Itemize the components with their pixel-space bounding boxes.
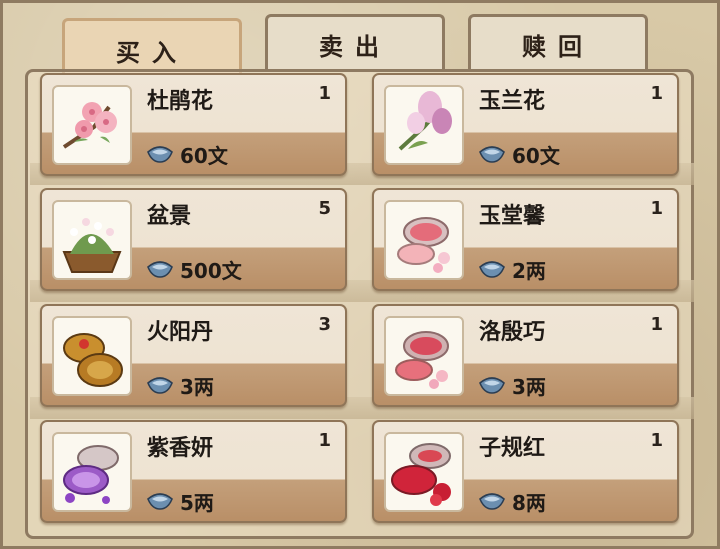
item-quantity: 1 (318, 430, 331, 451)
price-text: 3两 (180, 374, 214, 399)
item-name: 盆景 (147, 204, 192, 229)
item-name: 火阳丹 (147, 320, 214, 345)
item-price: 8两 (478, 489, 546, 515)
purple-compact-icon (52, 432, 132, 512)
silver-ingot-icon (147, 493, 173, 510)
rouge-compact-icon (384, 316, 464, 396)
item-card[interactable]: 火阳丹 3 3两 (40, 304, 347, 407)
item-card[interactable]: 子规红 1 8两 (372, 420, 679, 523)
item-price: 3两 (478, 373, 546, 399)
item-card[interactable]: 玉兰花 1 60文 (372, 73, 679, 176)
item-name: 紫香妍 (147, 436, 214, 461)
gold-box-icon (52, 316, 132, 396)
item-quantity: 5 (318, 198, 331, 219)
price-text: 8两 (512, 490, 546, 515)
item-price: 2两 (478, 257, 546, 283)
item-quantity: 1 (650, 198, 663, 219)
item-quantity: 3 (318, 314, 331, 335)
silver-ingot-icon (147, 377, 173, 394)
item-name: 玉堂馨 (479, 204, 546, 229)
tab-redeem[interactable]: 赎回 (468, 14, 648, 72)
bonsai-pot-icon (52, 200, 132, 280)
item-quantity: 1 (650, 430, 663, 451)
price-text: 5两 (180, 490, 214, 515)
red-compact-icon (384, 432, 464, 512)
silver-ingot-icon (147, 146, 173, 163)
price-text: 60文 (512, 143, 560, 168)
silver-ingot-icon (479, 261, 505, 278)
item-quantity: 1 (650, 314, 663, 335)
item-name: 杜鹃花 (147, 89, 214, 114)
item-card[interactable]: 玉堂馨 1 2两 (372, 188, 679, 291)
item-price: 60文 (146, 142, 228, 168)
item-price: 3两 (146, 373, 214, 399)
item-price: 5两 (146, 489, 214, 515)
silver-ingot-icon (479, 493, 505, 510)
item-name: 洛殷巧 (479, 320, 546, 345)
shop-tabs: 买入 卖出 赎回 (55, 8, 665, 80)
item-card[interactable]: 盆景 5 500文 (40, 188, 347, 291)
price-text: 60文 (180, 143, 228, 168)
item-card[interactable]: 杜鹃花 1 60文 (40, 73, 347, 176)
item-name: 子规红 (479, 436, 546, 461)
silver-ingot-icon (479, 377, 505, 394)
silver-ingot-icon (479, 146, 505, 163)
item-price: 500文 (146, 257, 242, 283)
item-price: 60文 (478, 142, 560, 168)
azalea-flower-icon (52, 85, 132, 165)
tab-sell[interactable]: 卖出 (265, 14, 445, 72)
item-card[interactable]: 紫香妍 1 5两 (40, 420, 347, 523)
silver-ingot-icon (147, 261, 173, 278)
item-card[interactable]: 洛殷巧 1 3两 (372, 304, 679, 407)
price-text: 500文 (180, 258, 242, 283)
magnolia-flower-icon (384, 85, 464, 165)
price-text: 3两 (512, 374, 546, 399)
item-name: 玉兰花 (479, 89, 546, 114)
item-quantity: 1 (318, 83, 331, 104)
price-text: 2两 (512, 258, 546, 283)
rouge-compact-icon (384, 200, 464, 280)
item-quantity: 1 (650, 83, 663, 104)
